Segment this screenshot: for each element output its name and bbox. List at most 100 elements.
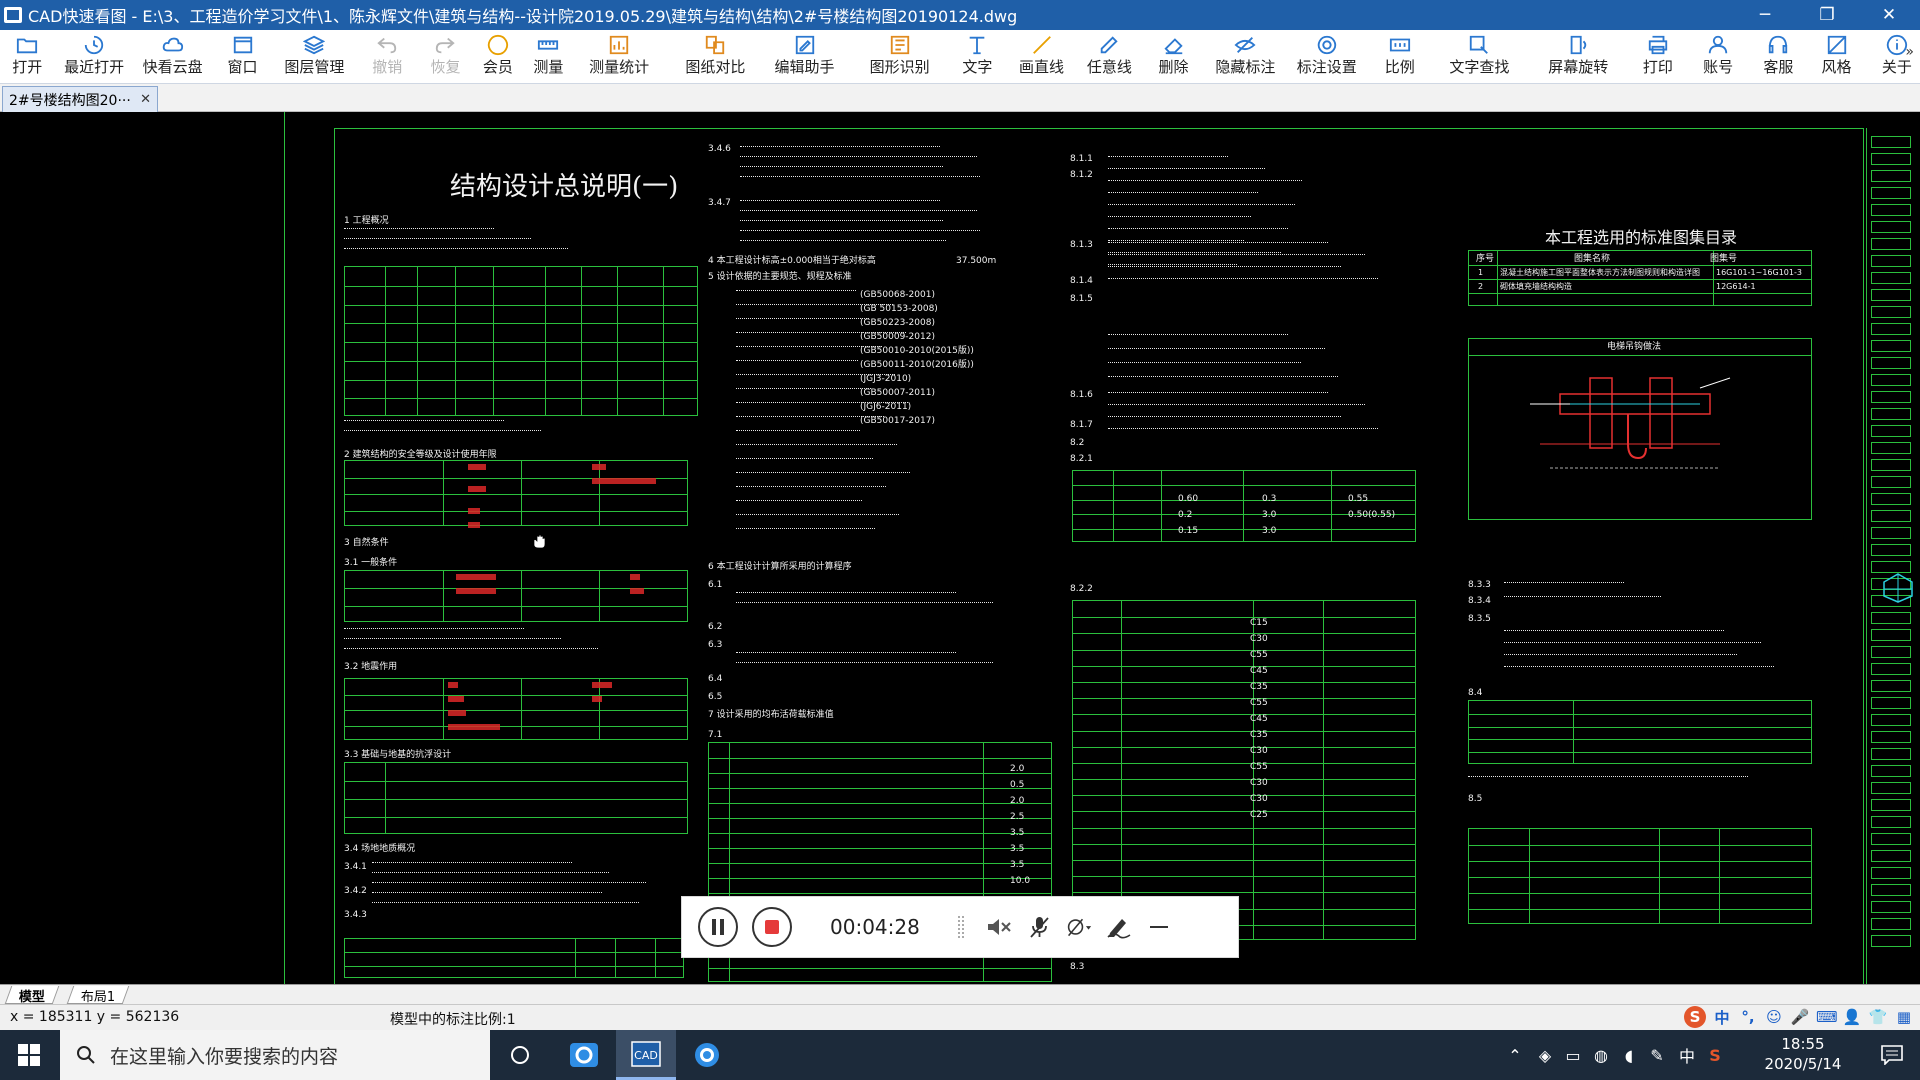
title-block-cell bbox=[1871, 442, 1911, 454]
section-heading: 3.3 基础与地基的抗浮设计 bbox=[344, 750, 452, 760]
code-reference: (GB50223-2008) bbox=[860, 318, 935, 328]
headset-icon bbox=[1766, 34, 1790, 56]
annotate-button[interactable] bbox=[1106, 914, 1132, 940]
stop-recording-button[interactable] bbox=[752, 907, 792, 947]
redo-icon bbox=[433, 34, 457, 56]
pause-recording-button[interactable] bbox=[698, 907, 738, 947]
layout-tab-bar: 模型 布局1 bbox=[0, 984, 1920, 1005]
toolbar-button-pen[interactable]: 任意线 bbox=[1081, 30, 1137, 84]
toolbar-more-button[interactable]: » bbox=[1905, 44, 1914, 60]
code-reference: (GB50017-2017) bbox=[860, 416, 935, 426]
taskbar-app-browser[interactable] bbox=[554, 1030, 614, 1080]
s-ime-icon[interactable]: S bbox=[1702, 1030, 1728, 1080]
title-block-cell bbox=[1871, 170, 1911, 182]
title-block-cell bbox=[1871, 867, 1911, 879]
note-text-line bbox=[1108, 348, 1325, 352]
toolbar-button-eye-hide[interactable]: 隐藏标注 bbox=[1210, 30, 1281, 84]
title-block-cell bbox=[1871, 153, 1911, 165]
battery-icon[interactable]: ▭ bbox=[1560, 1030, 1586, 1080]
taskbar-clock[interactable]: 18:55 2020/5/14 bbox=[1748, 1034, 1858, 1074]
volume-icon[interactable]: ◖ bbox=[1616, 1030, 1642, 1080]
ime-toolbar-item[interactable]: ▦ bbox=[1894, 1008, 1914, 1026]
title-block-cell bbox=[1871, 510, 1911, 522]
document-tab-close-icon[interactable]: ✕ bbox=[140, 92, 151, 107]
minimize-recorder-button[interactable] bbox=[1146, 914, 1172, 940]
section-heading: 1 工程概况 bbox=[344, 216, 389, 226]
toolbar-button-recognize[interactable]: 图形识别 bbox=[860, 30, 939, 84]
atlas-table-cell: 混凝土结构施工图平面整体表示方法制图规则和构造详图 bbox=[1500, 268, 1700, 277]
toolbar-button-label: 文字查找 bbox=[1449, 58, 1510, 76]
toolbar-button-rotate-screen[interactable]: 屏幕旋转 bbox=[1538, 30, 1619, 84]
toolbar-button-user[interactable]: 账号 bbox=[1695, 30, 1741, 84]
user-icon bbox=[1706, 34, 1730, 56]
toolbar-button-history[interactable]: 最近打开 bbox=[58, 30, 129, 84]
sogou-ime-icon[interactable]: S bbox=[1684, 1006, 1706, 1028]
speaker-mute-button[interactable] bbox=[986, 914, 1012, 940]
layout1-tab[interactable]: 布局1 bbox=[66, 986, 130, 1005]
camera-button[interactable] bbox=[1066, 914, 1092, 940]
microphone-button[interactable] bbox=[1026, 914, 1052, 940]
toolbar-button-annotation-settings[interactable]: 标注设置 bbox=[1291, 30, 1362, 84]
title-block-cell bbox=[1871, 459, 1911, 471]
note-text-line bbox=[344, 638, 561, 642]
toolbar-button-folder-open[interactable]: 打开 bbox=[6, 30, 48, 84]
text-search-icon bbox=[1467, 34, 1491, 56]
toolbar-button-cloud[interactable]: 快看云盘 bbox=[140, 30, 206, 84]
title-block-cell bbox=[1871, 748, 1911, 760]
toolbar-button-scale[interactable]: 比例 bbox=[1378, 30, 1420, 84]
ime-toolbar-item[interactable]: 🎤 bbox=[1790, 1008, 1810, 1026]
taskbar-app-video[interactable] bbox=[678, 1030, 738, 1080]
ime-language-indicator[interactable]: 中 bbox=[1674, 1030, 1700, 1080]
taskbar-app-cad[interactable]: CAD bbox=[616, 1030, 676, 1080]
ime-toolbar-item[interactable]: 👕 bbox=[1868, 1008, 1888, 1026]
title-block-cell bbox=[1871, 527, 1911, 539]
note-text-line bbox=[740, 146, 940, 150]
note-text-line bbox=[736, 662, 993, 666]
toolbar-button-line[interactable]: 画直线 bbox=[1012, 30, 1072, 84]
minimize-button[interactable]: ─ bbox=[1742, 0, 1788, 30]
toolbar-button-measure-stats[interactable]: 测量统计 bbox=[581, 30, 658, 84]
toolbar-button-eraser[interactable]: 删除 bbox=[1149, 30, 1197, 84]
ime-toolbar-item[interactable]: ⌨ bbox=[1816, 1008, 1838, 1026]
close-button[interactable]: ✕ bbox=[1866, 0, 1912, 30]
taskbar-search-box[interactable]: 在这里输入你要搜索的内容 bbox=[60, 1030, 490, 1080]
drawing-canvas[interactable]: 结构设计总说明(一) 本工程选用的标准图集目录 1 工程概况 2 建筑结构的安全等… bbox=[0, 112, 1920, 984]
view-cube-icon[interactable] bbox=[1882, 572, 1914, 604]
toolbar-button-ruler[interactable]: 测量 bbox=[526, 30, 570, 84]
toolbar-button-compare[interactable]: 图纸对比 bbox=[678, 30, 753, 84]
toolbar-button-layers[interactable]: 图层管理 bbox=[280, 30, 349, 84]
concrete-grade-table bbox=[1072, 600, 1416, 940]
shield-icon[interactable]: ◈ bbox=[1532, 1030, 1558, 1080]
notification-center-button[interactable] bbox=[1864, 1030, 1920, 1080]
code-reference: (GB50009-2012) bbox=[860, 332, 935, 342]
toolbar-button-vip[interactable]: 会员 bbox=[478, 30, 519, 84]
windows-taskbar: 在这里输入你要搜索的内容 CAD ⌃ ◈ ▭ ◍ ◖ ✎ 中 S 18:55 2020/5/1… bbox=[0, 1030, 1920, 1080]
model-tab[interactable]: 模型 bbox=[4, 986, 60, 1005]
pen-icon[interactable]: ✎ bbox=[1644, 1030, 1670, 1080]
ime-toolbar-item[interactable]: ☺ bbox=[1764, 1008, 1784, 1026]
section-heading: 8.2.2 bbox=[1070, 584, 1093, 594]
restore-button[interactable]: ❐ bbox=[1804, 0, 1850, 30]
toolbar-button-text[interactable]: 文字 bbox=[955, 30, 999, 84]
title-block-cell bbox=[1871, 697, 1911, 709]
drag-handle[interactable] bbox=[957, 916, 964, 938]
ime-toolbar-item[interactable]: °, bbox=[1738, 1008, 1758, 1026]
document-tab[interactable]: 2#号楼结构图20··· ✕ bbox=[2, 86, 158, 112]
toolbar-button-style[interactable]: 风格 bbox=[1813, 30, 1859, 84]
toolbar-button-edit-assistant[interactable]: 编辑助手 bbox=[765, 30, 844, 84]
toolbar-button-window[interactable]: 窗口 bbox=[217, 30, 267, 84]
section-heading: 6.3 bbox=[708, 640, 723, 650]
start-button[interactable] bbox=[0, 1030, 58, 1080]
ime-toolbar-item[interactable]: 中 bbox=[1712, 1007, 1732, 1028]
drawing-border-line bbox=[284, 112, 285, 984]
toolbar-button-headset[interactable]: 客服 bbox=[1753, 30, 1803, 84]
ime-toolbar-item[interactable]: 👤 bbox=[1842, 1008, 1862, 1026]
toolbar-button-text-search[interactable]: 文字查找 bbox=[1435, 30, 1524, 84]
code-list-line bbox=[736, 360, 858, 364]
toolbar-button-printer[interactable]: 打印 bbox=[1633, 30, 1683, 84]
search-icon bbox=[77, 1046, 95, 1064]
environment-value: 0.15 bbox=[1178, 526, 1199, 536]
chevron-up-icon[interactable]: ⌃ bbox=[1502, 1030, 1528, 1080]
cortana-button[interactable] bbox=[490, 1030, 550, 1080]
network-icon[interactable]: ◍ bbox=[1588, 1030, 1614, 1080]
